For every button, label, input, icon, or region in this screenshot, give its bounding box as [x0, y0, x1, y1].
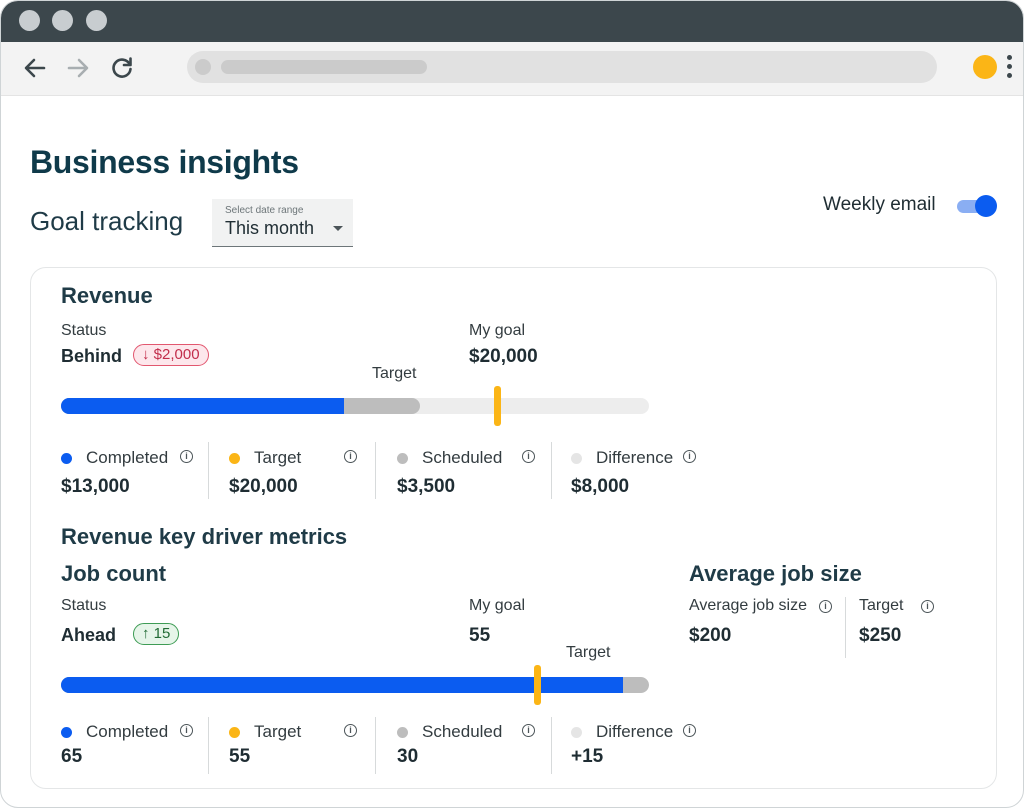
info-icon[interactable]: i — [344, 724, 357, 737]
arrow-left-icon[interactable] — [21, 54, 49, 82]
weekly-email-toggle[interactable] — [955, 195, 997, 217]
date-range-select[interactable]: Select date range This month — [212, 199, 353, 247]
divider — [845, 597, 846, 658]
metric-value: $250 — [859, 625, 902, 646]
info-icon[interactable]: i — [344, 450, 357, 463]
revenue-legend-scheduled: Scheduled i $3,500 — [397, 446, 547, 506]
revenue-legend-difference: Difference i $8,000 — [571, 446, 711, 506]
info-icon[interactable]: i — [522, 450, 535, 463]
job-status-value: Ahead — [61, 625, 117, 645]
divider — [208, 442, 209, 499]
revenue-target-marker — [493, 386, 501, 426]
avg-job-target-metric: Target i $250 — [859, 597, 959, 657]
revenue-title: Revenue — [61, 283, 153, 308]
date-range-value: This month — [225, 218, 315, 238]
info-icon[interactable]: i — [819, 600, 832, 613]
site-info-icon — [195, 59, 211, 75]
window-close-dot[interactable] — [19, 10, 40, 31]
metric-label: Average job size — [689, 597, 807, 614]
job-status-label: Status — [61, 597, 107, 614]
info-icon[interactable]: i — [180, 450, 193, 463]
toggle-knob — [975, 195, 997, 217]
divider — [551, 717, 552, 774]
legend-label: Difference — [596, 448, 674, 467]
info-icon[interactable]: i — [180, 724, 193, 737]
legend-label: Completed — [86, 448, 169, 467]
browser-window: Business insights Goal tracking Select d… — [0, 0, 1024, 808]
metric-label: Target — [859, 597, 904, 614]
legend-value: 30 — [397, 746, 419, 767]
job-count-title: Job count — [61, 561, 167, 586]
info-icon[interactable]: i — [921, 600, 934, 613]
target-dot — [229, 727, 240, 738]
reload-icon[interactable] — [108, 54, 136, 82]
job-progress-bar — [61, 677, 649, 693]
target-dot — [229, 453, 240, 464]
legend-value: 55 — [229, 746, 251, 767]
weekly-email-label: Weekly email — [823, 194, 936, 215]
revenue-target-label: Target — [372, 365, 417, 382]
metric-value: $200 — [689, 625, 732, 646]
job-legend-target: Target i 55 — [229, 720, 369, 780]
legend-value: $20,000 — [229, 476, 298, 497]
avg-job-size-metric: Average job size i $200 — [689, 597, 839, 657]
revenue-goal-label: My goal — [469, 322, 526, 339]
job-goal-value: 55 — [469, 625, 491, 646]
divider — [208, 717, 209, 774]
page-title: Business insights — [30, 144, 299, 180]
legend-label: Difference — [596, 722, 674, 741]
title-bar — [1, 1, 1023, 42]
legend-label: Scheduled — [422, 448, 503, 467]
info-icon[interactable]: i — [683, 724, 696, 737]
completed-dot — [61, 453, 72, 464]
job-ahead-badge: ↑ 15 — [133, 623, 180, 645]
kebab-menu-icon[interactable] — [1007, 55, 1013, 81]
legend-label: Target — [254, 448, 302, 467]
divider — [375, 717, 376, 774]
url-placeholder — [221, 60, 427, 74]
difference-dot — [571, 453, 582, 464]
job-legend-completed: Completed i 65 — [61, 720, 201, 780]
avg-job-size-title: Average job size — [689, 561, 862, 586]
revenue-progress-bar — [61, 398, 649, 414]
scheduled-dot — [397, 727, 408, 738]
job-legend-difference: Difference i +15 — [571, 720, 711, 780]
info-icon[interactable]: i — [522, 724, 535, 737]
scheduled-dot — [397, 453, 408, 464]
section-title: Goal tracking — [30, 206, 184, 236]
legend-value: $3,500 — [397, 476, 456, 497]
revenue-status-label: Status — [61, 322, 107, 339]
window-minimize-dot[interactable] — [52, 10, 73, 31]
revenue-legend-completed: Completed i $13,000 — [61, 446, 201, 506]
arrow-right-icon[interactable] — [64, 54, 92, 82]
caret-down-icon — [333, 226, 343, 231]
legend-label: Scheduled — [422, 722, 503, 741]
legend-value: $8,000 — [571, 476, 630, 497]
legend-label: Completed — [86, 722, 169, 741]
revenue-completed-segment — [61, 398, 345, 414]
revenue-status-value: Behind — [61, 346, 122, 366]
job-legend-scheduled: Scheduled i 30 — [397, 720, 547, 780]
legend-label: Target — [254, 722, 302, 741]
window-maximize-dot[interactable] — [86, 10, 107, 31]
difference-dot — [571, 727, 582, 738]
job-goal-label: My goal — [469, 597, 526, 614]
profile-avatar[interactable] — [973, 55, 997, 79]
job-target-marker — [533, 665, 541, 705]
address-bar[interactable] — [187, 51, 937, 83]
drivers-title: Revenue key driver metrics — [61, 524, 348, 549]
divider — [375, 442, 376, 499]
completed-dot — [61, 727, 72, 738]
legend-value: +15 — [571, 746, 604, 767]
info-icon[interactable]: i — [683, 450, 696, 463]
divider — [551, 442, 552, 499]
legend-value: 65 — [61, 746, 83, 767]
legend-value: $13,000 — [61, 476, 130, 497]
revenue-legend-target: Target i $20,000 — [229, 446, 369, 506]
date-range-label: Select date range — [225, 205, 304, 216]
revenue-behind-badge: ↓ $2,000 — [133, 344, 209, 366]
job-target-label: Target — [566, 644, 611, 661]
revenue-goal-value: $20,000 — [469, 346, 538, 367]
